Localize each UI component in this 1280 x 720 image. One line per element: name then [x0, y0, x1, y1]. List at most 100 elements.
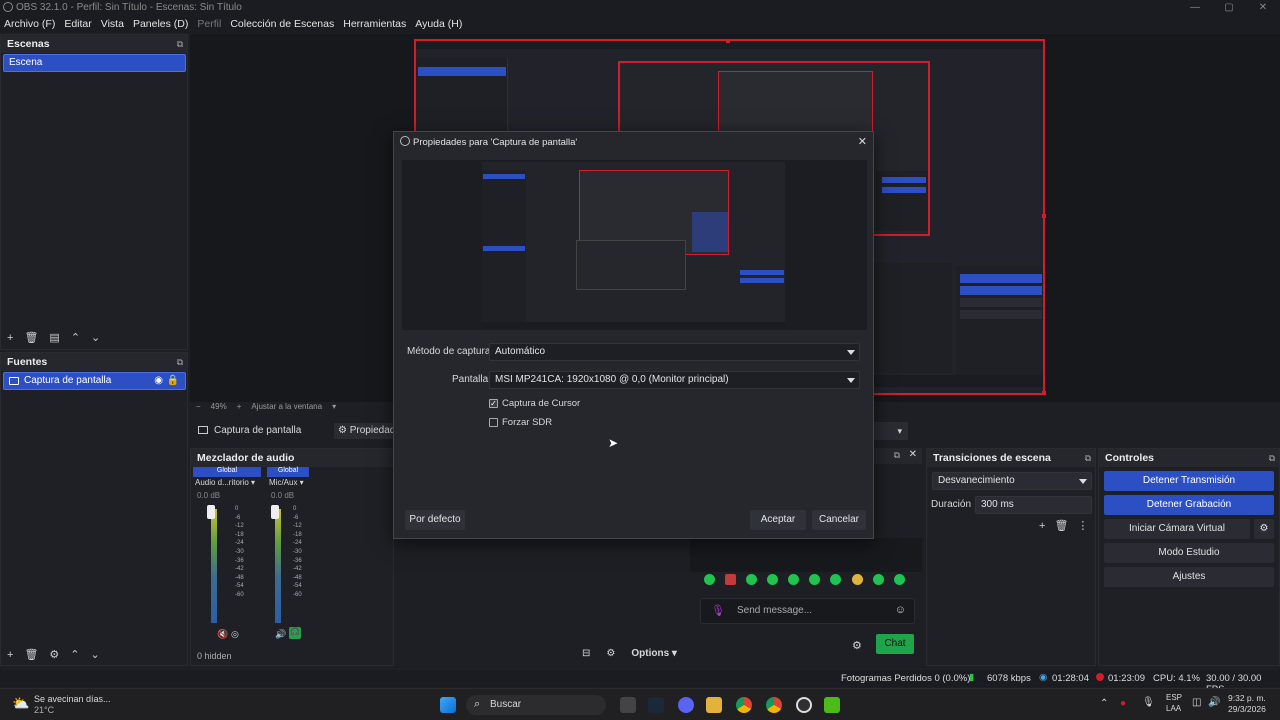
- trash-icon[interactable]: 🗑: [1054, 519, 1068, 532]
- emote-icon[interactable]: [788, 574, 799, 585]
- source-item[interactable]: Captura de pantalla ◉ 🔒: [3, 372, 186, 390]
- network-icon[interactable]: ◫: [1192, 697, 1201, 708]
- add-icon[interactable]: +: [7, 649, 13, 661]
- layout-icon[interactable]: ⊟: [582, 648, 590, 659]
- options-button[interactable]: Options ▾: [631, 648, 677, 659]
- zoom-out-icon[interactable]: −: [196, 402, 201, 414]
- settings-button[interactable]: Ajustes: [1104, 567, 1274, 587]
- gear-icon[interactable]: ⚙: [49, 648, 59, 661]
- volume-slider-handle[interactable]: [271, 505, 279, 519]
- gear-icon[interactable]: ⚙: [852, 639, 862, 652]
- undock-icon[interactable]: ⧉: [1269, 449, 1275, 467]
- speaker-icon[interactable]: 🔊: [275, 629, 286, 640]
- emote-icon[interactable]: [809, 574, 820, 585]
- transition-select[interactable]: Desvanecimiento: [932, 472, 1092, 490]
- ok-button[interactable]: Aceptar: [750, 510, 806, 530]
- lang-primary[interactable]: ESP: [1166, 693, 1182, 702]
- add-icon[interactable]: +: [1039, 520, 1045, 532]
- start-virtual-camera-button[interactable]: Iniciar Cámara Virtual: [1104, 519, 1250, 539]
- monitor-audio-icon[interactable]: ◎: [231, 629, 239, 640]
- windows-start-icon[interactable]: [440, 697, 456, 713]
- trash-icon[interactable]: 🗑: [24, 331, 38, 344]
- steam-icon[interactable]: [648, 697, 664, 713]
- clock-time[interactable]: 9:32 p. m.: [1228, 693, 1266, 703]
- muted-speaker-icon[interactable]: 🔇: [217, 629, 228, 640]
- stop-streaming-button[interactable]: Detener Transmisión: [1104, 471, 1274, 491]
- volume-icon[interactable]: 🔊: [1208, 697, 1220, 708]
- emote-icon[interactable]: [830, 574, 841, 585]
- menu-scene-collection[interactable]: Colección de Escenas: [230, 18, 334, 30]
- eye-icon[interactable]: ◉: [154, 373, 163, 389]
- cursor-checkbox[interactable]: ✓: [489, 399, 498, 408]
- discord-icon[interactable]: [678, 697, 694, 713]
- scene-item[interactable]: Escena: [3, 54, 186, 72]
- move-down-icon[interactable]: ⌄: [91, 648, 100, 661]
- sdr-checkbox[interactable]: [489, 418, 498, 427]
- undock-icon[interactable]: ⧉: [177, 353, 183, 371]
- menu-edit[interactable]: Editar: [64, 18, 91, 30]
- close-icon[interactable]: ✕: [858, 135, 867, 148]
- tray-app-icon[interactable]: ●: [1120, 698, 1126, 709]
- file-explorer-icon[interactable]: [706, 697, 722, 713]
- menu-file[interactable]: Archivo (F): [4, 18, 55, 30]
- undock-icon[interactable]: ⧉: [894, 450, 900, 461]
- search-box[interactable]: ⌕ Buscar: [466, 695, 606, 715]
- tray-mic-icon[interactable]: 🎙: [1142, 697, 1155, 708]
- chrome-profile-icon[interactable]: [766, 697, 782, 713]
- add-icon[interactable]: +: [7, 332, 13, 344]
- volume-slider-handle[interactable]: [207, 505, 215, 519]
- chevron-down-icon[interactable]: ▾: [332, 402, 336, 414]
- emote-icon[interactable]: [873, 574, 884, 585]
- duration-spinbox[interactable]: 300 ms: [975, 496, 1092, 514]
- chat-send-button[interactable]: Chat: [876, 634, 914, 654]
- emote-icon[interactable]: [894, 574, 905, 585]
- undock-icon[interactable]: ⧉: [1085, 449, 1091, 467]
- more-icon[interactable]: ⋮: [1077, 519, 1088, 532]
- menu-help[interactable]: Ayuda (H): [415, 18, 462, 30]
- lock-icon[interactable]: 🔒: [167, 373, 179, 389]
- close-icon[interactable]: ✕: [909, 449, 917, 460]
- menu-docks[interactable]: Paneles (D): [133, 18, 188, 30]
- studio-mode-button[interactable]: Modo Estudio: [1104, 543, 1274, 563]
- stop-recording-button[interactable]: Detener Grabación: [1104, 495, 1274, 515]
- emote-icon[interactable]: [767, 574, 778, 585]
- move-down-icon[interactable]: ⌄: [91, 331, 100, 344]
- menu-tools[interactable]: Herramientas: [343, 18, 406, 30]
- settings-icon[interactable]: ⚙: [606, 648, 615, 659]
- fit-window-label[interactable]: Ajustar a la ventana: [251, 402, 322, 414]
- mic-icon[interactable]: 🎙: [711, 604, 725, 617]
- tray-chevron-icon[interactable]: ⌃: [1100, 698, 1108, 709]
- obs-taskbar-icon[interactable]: [796, 697, 812, 713]
- emote-icon[interactable]: [704, 574, 715, 585]
- move-up-icon[interactable]: ⌃: [70, 648, 79, 661]
- chrome-icon[interactable]: [736, 697, 752, 713]
- menu-view[interactable]: Vista: [101, 18, 124, 30]
- menu-profile[interactable]: Perfil: [197, 18, 221, 30]
- cancel-button[interactable]: Cancelar: [812, 510, 866, 530]
- weather-icon[interactable]: ⛅: [12, 695, 29, 712]
- filter-icon[interactable]: ▤: [49, 331, 59, 344]
- defaults-button[interactable]: Por defecto: [405, 510, 465, 530]
- minimize-button[interactable]: —: [1178, 0, 1212, 15]
- maximize-button[interactable]: ▢: [1212, 0, 1246, 15]
- emote-icon[interactable]: [725, 574, 736, 585]
- undock-icon[interactable]: ⧉: [177, 35, 183, 53]
- emote-icon[interactable]: [746, 574, 757, 585]
- chat-input[interactable]: 🎙 Send message... ☺: [700, 598, 915, 624]
- display-select[interactable]: MSI MP241CA: 1920x1080 @ 0,0 (Monitor pr…: [489, 371, 860, 389]
- channel-name[interactable]: Mic/Aux ▾: [269, 478, 304, 487]
- emote-icon[interactable]: [852, 574, 863, 585]
- context-dropdown[interactable]: ▾: [870, 422, 908, 440]
- close-window-button[interactable]: ✕: [1246, 0, 1280, 15]
- move-up-icon[interactable]: ⌃: [71, 331, 80, 344]
- headphones-icon[interactable]: 🎧: [289, 627, 301, 639]
- emoji-icon[interactable]: ☺: [895, 604, 906, 616]
- zoom-in-icon[interactable]: +: [237, 402, 242, 414]
- properties-button[interactable]: ⚙ Propiedad: [334, 423, 400, 439]
- app-taskbar-icon[interactable]: [824, 697, 840, 713]
- method-select[interactable]: Automático: [489, 343, 860, 361]
- gear-icon[interactable]: ⚙: [1254, 519, 1274, 539]
- weather-title[interactable]: Se avecinan días...: [34, 694, 111, 704]
- trash-icon[interactable]: 🗑: [24, 648, 38, 661]
- task-view-icon[interactable]: [620, 697, 636, 713]
